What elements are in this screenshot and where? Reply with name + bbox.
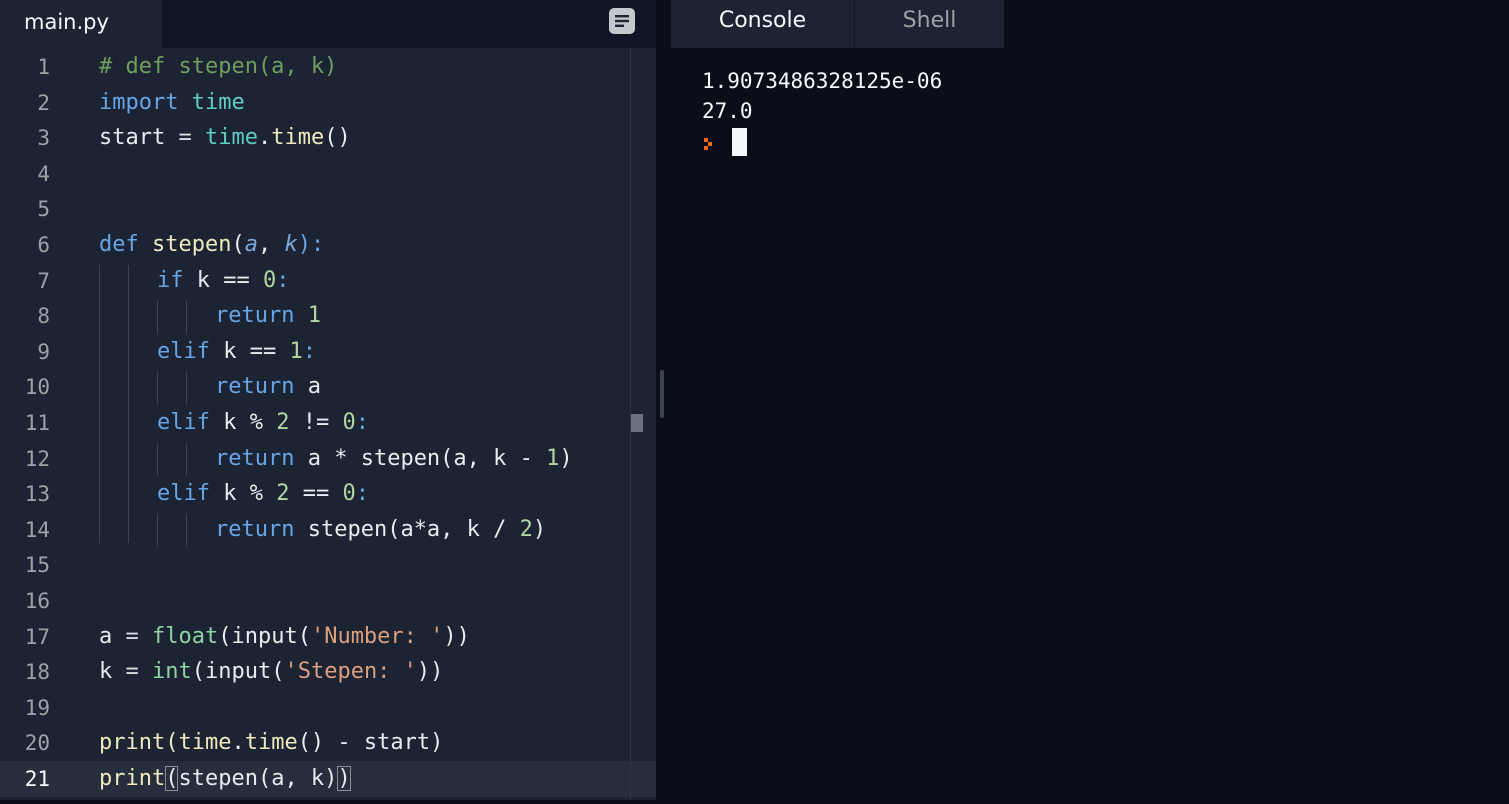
code-text: return stepen(a*a, k / 2)	[215, 516, 547, 542]
code-line[interactable]: 3 start = time.time()	[0, 120, 656, 156]
format-lines-icon[interactable]	[608, 7, 636, 35]
file-tab-main-py[interactable]: main.py	[0, 0, 162, 48]
code-text: import time	[99, 89, 245, 115]
line-number: 13	[24, 482, 50, 507]
line-number: 3	[37, 126, 50, 151]
indent-guide	[186, 442, 187, 477]
indent-guide	[128, 264, 129, 544]
code-text: start = time.time()	[99, 125, 351, 151]
indent-guide	[157, 442, 158, 477]
editor-tabbar: main.py	[0, 0, 656, 48]
code-text: elif k == 1:	[157, 338, 316, 364]
code-line[interactable]: 4	[0, 156, 656, 192]
line-number: 15	[24, 553, 50, 578]
editor-scrollbar-thumb[interactable]	[631, 414, 643, 432]
line-number: 1	[37, 55, 50, 79]
code-line[interactable]: 2 import time	[0, 85, 656, 121]
line-number: 7	[37, 268, 50, 293]
code-line[interactable]: 20 print(time.time() - start)	[0, 725, 656, 761]
code-editor[interactable]: 1 # def stepen(a, k) 2 import time 3 start = …	[0, 48, 656, 800]
code-text: return a	[215, 374, 321, 400]
console-tabbar: Console Shell	[671, 0, 1509, 48]
line-number: 8	[37, 304, 50, 329]
indent-guide	[186, 371, 187, 405]
console-output-line: 27.0	[702, 99, 753, 123]
console-output-line: 1.9073486328125e-06	[702, 69, 943, 93]
line-number: 2	[37, 90, 50, 115]
console-prompt-line[interactable]	[702, 126, 942, 156]
line-number: 10	[24, 375, 50, 400]
tab-shell[interactable]: Shell	[854, 0, 1004, 48]
line-number: 11	[24, 411, 50, 435]
line-number: 4	[37, 161, 50, 186]
indent-guide	[186, 513, 187, 548]
code-text: return a * stepen(a, k - 1)	[215, 445, 573, 471]
console-output[interactable]: 1.9073486328125e-06 27.0	[702, 66, 942, 156]
indent-guide	[157, 513, 158, 548]
code-text: a = float(input('Number: '))	[99, 623, 470, 649]
tab-console[interactable]: Console	[671, 0, 854, 48]
code-line[interactable]: 5	[0, 191, 656, 227]
line-number: 18	[24, 660, 50, 685]
code-text: elif k % 2 != 0:	[157, 410, 369, 435]
line-number: 21	[24, 767, 50, 791]
line-number: 6	[37, 233, 50, 257]
code-line[interactable]: 1 # def stepen(a, k)	[0, 49, 656, 85]
code-line[interactable]: 19	[0, 690, 656, 726]
code-line[interactable]: 17 a = float(input('Number: '))	[0, 619, 656, 655]
code-line[interactable]: 16	[0, 583, 656, 619]
line-number: 19	[24, 695, 50, 720]
prompt-chevron-icon	[703, 131, 717, 151]
code-text: # def stepen(a, k)	[99, 54, 338, 79]
input-cursor	[732, 128, 747, 156]
code-text: print(time.time() - start)	[99, 730, 444, 756]
line-number: 20	[24, 731, 50, 756]
code-line[interactable]: 21 print(stepen(a, k))	[0, 761, 656, 797]
editor-pane: main.py 1 # def stepen(a, k) 2 import time 3…	[0, 0, 656, 800]
indent-guide	[157, 300, 158, 334]
line-number: 9	[37, 339, 50, 364]
line-number: 12	[24, 446, 50, 471]
code-text: k = int(input('Stepen: '))	[99, 659, 444, 685]
pane-resize-handle[interactable]	[660, 370, 664, 418]
code-line[interactable]: 18 k = int(input('Stepen: '))	[0, 654, 656, 690]
indent-guide	[186, 300, 187, 334]
indent-guide	[99, 264, 100, 544]
code-text: return 1	[215, 303, 321, 329]
code-text: def stepen(a, k):	[99, 232, 325, 257]
line-number: 17	[24, 624, 50, 649]
line-number: 14	[24, 517, 50, 542]
code-text: elif k % 2 == 0:	[157, 481, 369, 507]
code-line[interactable]: 15	[0, 547, 656, 583]
console-pane: Console Shell 1.9073486328125e-06 27.0	[671, 0, 1509, 804]
indent-guide	[157, 371, 158, 405]
code-text: if k == 0:	[157, 267, 290, 293]
code-text: print(stepen(a, k))	[99, 766, 351, 791]
line-number: 5	[37, 197, 50, 222]
code-line[interactable]: 6 def stepen(a, k):	[0, 227, 656, 263]
line-number: 16	[24, 589, 50, 613]
